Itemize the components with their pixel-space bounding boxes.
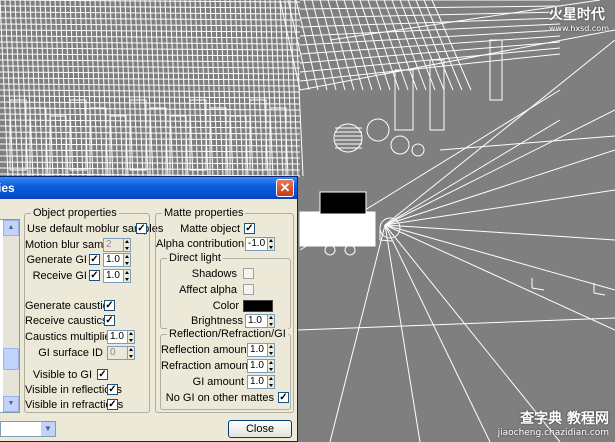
matte-object-label: Matte object — [180, 223, 240, 235]
object-properties-group: Object properties Use default moblur sam… — [24, 207, 164, 413]
object-properties-dialog: ies ✕ ▲ ▼ Object properties Use default … — [0, 176, 298, 442]
close-icon[interactable]: ✕ — [276, 179, 294, 197]
visible-in-refractions-label: Visible in refractions — [25, 399, 124, 411]
visible-to-gi-checkbox[interactable]: ✓ — [97, 369, 108, 380]
object-dropdown[interactable]: ▼ — [0, 421, 56, 437]
dialog-titlebar[interactable]: ies ✕ — [0, 177, 297, 199]
brightness-spinner[interactable]: 1.0 — [245, 314, 275, 328]
direct-light-group: Direct light Shadows Affect alpha Color … — [160, 252, 291, 329]
matte-properties-legend: Matte properties — [162, 207, 246, 219]
watermark-top-url: www.hxsd.com — [548, 24, 609, 33]
affect-alpha-label: Affect alpha — [179, 284, 237, 296]
receive-gi-checkbox[interactable]: ✓ — [89, 270, 100, 281]
visible-to-gi-label: Visible to GI — [32, 369, 92, 381]
refraction-amount-spinner[interactable]: 1.0 — [247, 359, 275, 373]
generate-gi-spinner[interactable]: 1.0 — [103, 253, 131, 267]
watermark-bottom: 查字典 教程网 jiaocheng.chazidian.com — [498, 408, 609, 438]
matte-object-checkbox[interactable]: ✓ — [244, 223, 255, 234]
visible-in-reflections-label: Visible in reflections — [25, 384, 123, 396]
no-gi-on-other-mattes-label: No GI on other mattes — [165, 392, 274, 404]
generate-gi-label: Generate GI — [26, 254, 87, 266]
scroll-thumb[interactable] — [3, 348, 19, 370]
gi-surface-id-spinner[interactable]: 0 — [107, 346, 135, 360]
scroll-down-icon[interactable]: ▼ — [3, 396, 19, 412]
receive-caustics-label: Receive caustics — [25, 315, 108, 327]
watermark-top-brand: 火星时代 — [548, 7, 605, 23]
close-button[interactable]: Close — [228, 420, 292, 438]
reflection-refraction-gi-group: Reflection/Refraction/GI Reflection amou… — [160, 328, 291, 410]
watermark-top: 火星时代 www.hxsd.com — [549, 4, 609, 33]
visible-in-reflections-checkbox[interactable]: ✓ — [107, 384, 118, 395]
receive-gi-spinner[interactable]: 1.0 — [103, 269, 131, 283]
object-list[interactable]: ▲ ▼ — [0, 219, 20, 413]
receive-gi-label: Receive GI — [32, 270, 87, 282]
reflection-amount-label: Reflection amount — [161, 344, 250, 356]
generate-caustics-label: Generate caustics — [25, 300, 114, 312]
rrg-legend: Reflection/Refraction/GI — [167, 328, 288, 340]
gi-amount-label: GI amount — [192, 376, 244, 388]
brightness-label: Brightness — [191, 315, 243, 327]
color-label: Color — [212, 300, 239, 312]
alpha-contribution-label: Alpha contribution — [156, 238, 245, 250]
chevron-down-icon[interactable]: ▼ — [41, 422, 55, 436]
visible-in-refractions-checkbox[interactable]: ✓ — [107, 399, 118, 410]
scrollbar[interactable]: ▲ ▼ — [3, 220, 19, 412]
reflection-amount-spinner[interactable]: 1.0 — [247, 343, 275, 357]
scroll-up-icon[interactable]: ▲ — [3, 220, 19, 236]
use-default-moblur-checkbox[interactable]: ✓ — [136, 223, 147, 234]
matte-properties-group: Matte properties Matte object ✓ Alpha co… — [155, 207, 294, 413]
object-properties-legend: Object properties — [31, 207, 119, 219]
generate-gi-checkbox[interactable]: ✓ — [89, 254, 100, 265]
caustics-multiplier-label: Caustics multiplier — [25, 331, 115, 343]
axis-gizmo-right — [531, 278, 606, 296]
shadows-checkbox[interactable] — [243, 268, 254, 279]
motion-blur-samples-spinner[interactable]: 2 — [103, 238, 131, 252]
direct-light-legend: Direct light — [167, 252, 223, 264]
use-default-moblur-label: Use default moblur samples — [27, 223, 164, 235]
refraction-amount-label: Refraction amount — [161, 360, 251, 372]
gi-surface-id-label: GI surface ID — [38, 347, 103, 359]
generate-caustics-checkbox[interactable]: ✓ — [104, 300, 115, 311]
shadows-label: Shadows — [191, 268, 237, 280]
watermark-bottom-url: jiaocheng.chazidian.com — [497, 428, 609, 438]
dialog-title: ies — [0, 181, 15, 195]
watermark-bottom-brand: 查字典 教程网 — [520, 411, 609, 427]
gi-amount-spinner[interactable]: 1.0 — [247, 375, 275, 389]
alpha-contribution-spinner[interactable]: -1.0 — [245, 237, 275, 251]
color-swatch[interactable] — [243, 300, 273, 312]
no-gi-on-other-mattes-checkbox[interactable]: ✓ — [278, 392, 289, 403]
affect-alpha-checkbox[interactable] — [243, 284, 254, 295]
receive-caustics-checkbox[interactable]: ✓ — [104, 315, 115, 326]
motion-blur-samples-label: Motion blur samples — [25, 239, 124, 251]
caustics-multiplier-spinner[interactable]: 1.0 — [107, 330, 135, 344]
